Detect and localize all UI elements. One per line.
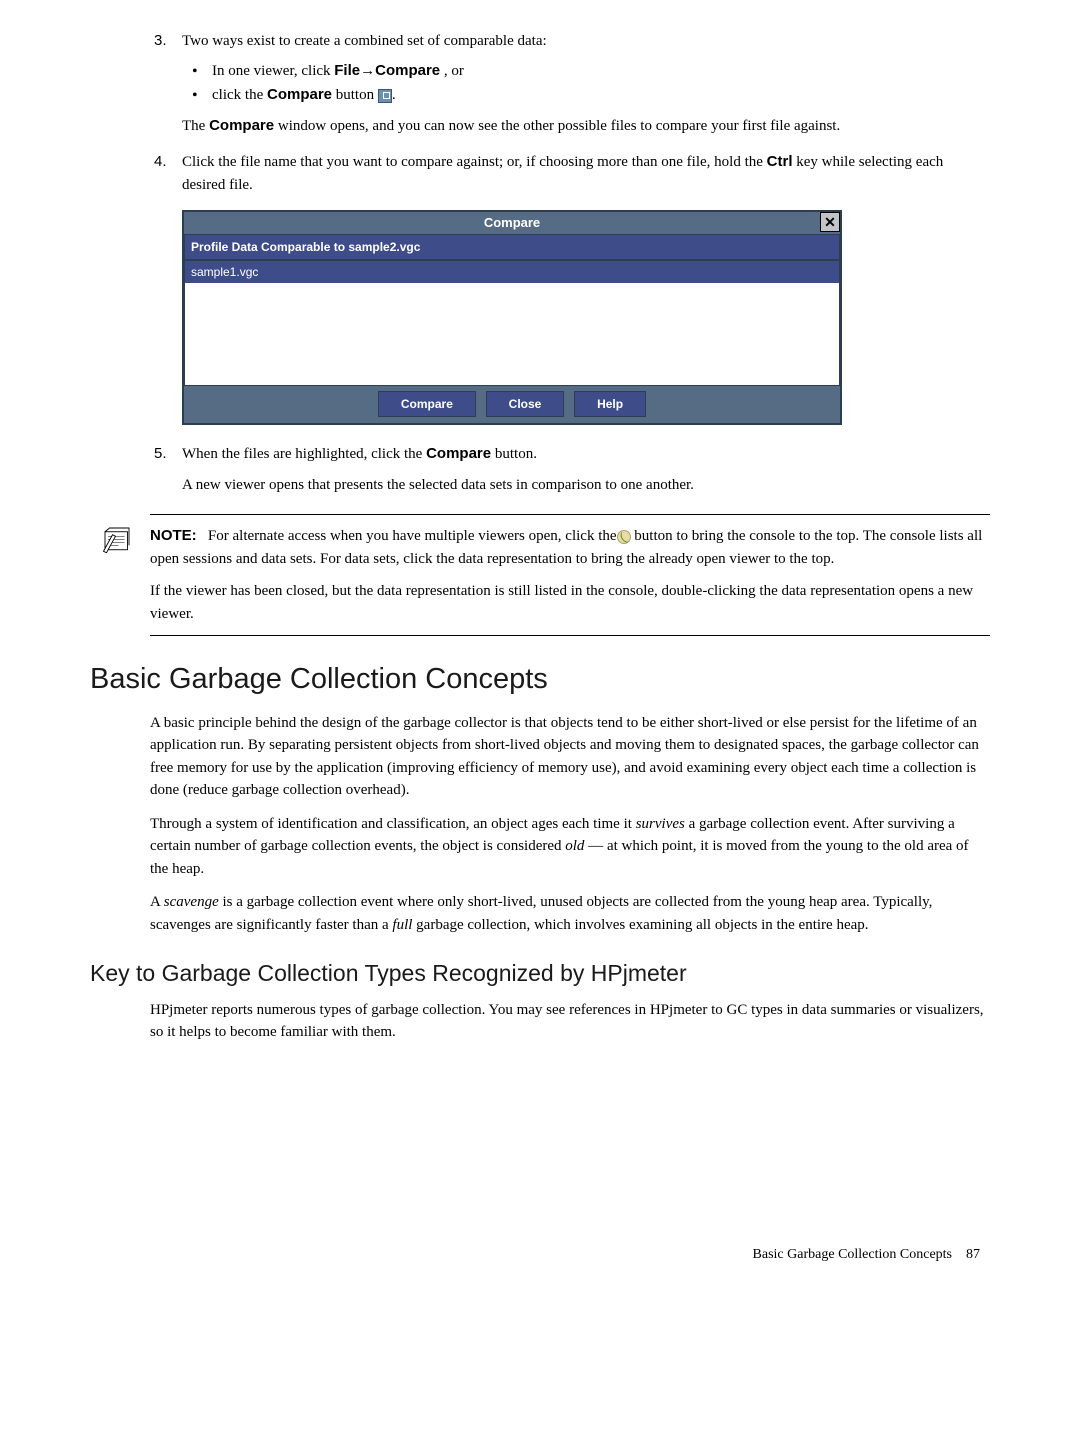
- step3-bullet-2: click the Compare button .: [212, 84, 990, 107]
- full-term: full: [392, 917, 412, 933]
- step3-para-tail: window opens, and you can now see the ot…: [274, 118, 840, 134]
- step-5: When the files are highlighted, click th…: [182, 443, 990, 496]
- arrow-symbol: →: [360, 63, 375, 79]
- ctrl-key-label: Ctrl: [767, 153, 793, 170]
- gc-para-2: Through a system of identification and c…: [150, 813, 990, 881]
- dialog-titlebar: Compare ✕: [184, 212, 840, 234]
- note-paragraph-1: NOTE: For alternate access when you have…: [150, 525, 990, 570]
- note-block: NOTE: For alternate access when you have…: [150, 514, 990, 636]
- note-label: NOTE:: [150, 527, 197, 544]
- menu-compare-label: Compare: [375, 62, 440, 79]
- dialog-title: Compare: [484, 215, 540, 230]
- page-footer: Basic Garbage Collection Concepts 87: [90, 1244, 990, 1265]
- step3-para-lead: The: [182, 118, 209, 134]
- gc-p3-a: A: [150, 894, 164, 910]
- compare-window-name: Compare: [209, 117, 274, 134]
- file-list[interactable]: sample1.vgc: [184, 260, 840, 386]
- compare-dialog-screenshot: Compare ✕ Profile Data Comparable to sam…: [182, 210, 990, 425]
- step4-lead: Click the file name that you want to com…: [182, 154, 767, 170]
- section-heading-gc-concepts: Basic Garbage Collection Concepts: [90, 658, 990, 702]
- file-list-item[interactable]: sample1.vgc: [185, 261, 839, 283]
- note-p1-lead: For alternate access when you have multi…: [208, 528, 617, 544]
- gc-para-1: A basic principle behind the design of t…: [150, 712, 990, 802]
- scavenge-term: scavenge: [164, 894, 219, 910]
- menu-file-label: File: [334, 62, 360, 79]
- compare-button-name: Compare: [267, 86, 332, 103]
- gc-para-3: A scavenge is a garbage collection event…: [150, 891, 990, 936]
- step3-bullets: In one viewer, click File→Compare , or c…: [212, 60, 990, 107]
- step-3: Two ways exist to create a combined set …: [182, 30, 990, 137]
- numbered-steps-list: Two ways exist to create a combined set …: [182, 30, 990, 496]
- subsection-heading-gc-types: Key to Garbage Collection Types Recogniz…: [90, 956, 990, 991]
- step3-paragraph: The Compare window opens, and you can no…: [182, 115, 990, 138]
- close-button[interactable]: Close: [486, 391, 565, 417]
- dialog-button-bar: Compare Close Help: [184, 386, 840, 423]
- close-icon[interactable]: ✕: [820, 212, 840, 232]
- old-term: old: [565, 838, 584, 854]
- gc-types-para: HPjmeter reports numerous types of garba…: [150, 999, 990, 1044]
- help-button[interactable]: Help: [574, 391, 646, 417]
- profile-data-header: Profile Data Comparable to sample2.vgc: [184, 234, 840, 260]
- console-icon: [617, 530, 631, 544]
- step3-bullet-1: In one viewer, click File→Compare , or: [212, 60, 990, 83]
- gc-p3-c: garbage collection, which involves exami…: [412, 917, 868, 933]
- compare-dialog: Compare ✕ Profile Data Comparable to sam…: [182, 210, 842, 425]
- step5-lead: When the files are highlighted, click th…: [182, 446, 426, 462]
- step3-b2-lead: click the: [212, 87, 267, 103]
- step3-b2-period: .: [392, 87, 396, 103]
- step3-b1-tail: , or: [440, 63, 464, 79]
- step3-b2-mid: button: [332, 87, 378, 103]
- subsection-body: HPjmeter reports numerous types of garba…: [150, 999, 990, 1044]
- footer-title: Basic Garbage Collection Concepts: [753, 1247, 952, 1262]
- gc-p2-a: Through a system of identification and c…: [150, 816, 636, 832]
- note-paragraph-2: If the viewer has been closed, but the d…: [150, 580, 990, 625]
- step5-tail: button.: [491, 446, 537, 462]
- step3-b1-lead: In one viewer, click: [212, 63, 334, 79]
- section-body: A basic principle behind the design of t…: [150, 712, 990, 937]
- step5-paragraph: A new viewer opens that presents the sel…: [182, 474, 990, 497]
- page-number: 87: [966, 1247, 980, 1262]
- compare-icon: [378, 89, 392, 103]
- note-icon: [102, 527, 132, 553]
- step-4: Click the file name that you want to com…: [182, 151, 990, 425]
- compare-button-name-2: Compare: [426, 445, 491, 462]
- survives-term: survives: [636, 816, 685, 832]
- compare-button[interactable]: Compare: [378, 391, 476, 417]
- step3-intro: Two ways exist to create a combined set …: [182, 33, 547, 49]
